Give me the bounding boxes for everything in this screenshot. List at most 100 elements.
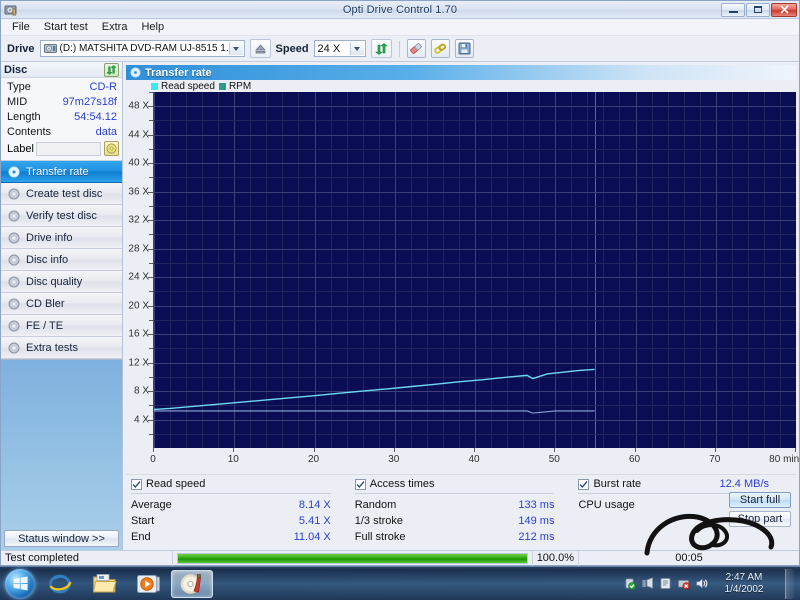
chart-series-rpm: [154, 411, 595, 413]
sidebar-nav: Transfer rate Create test disc Verify te…: [1, 161, 122, 360]
menu-item-file[interactable]: File: [5, 20, 37, 34]
action-buttons: Start full Stop part: [729, 492, 791, 527]
link-button[interactable]: [431, 39, 450, 58]
show-desktop-button[interactable]: [785, 569, 794, 599]
divider: [131, 493, 331, 494]
sidebar-item-label: Drive info: [26, 232, 72, 244]
chart-series-read-speed: [154, 369, 595, 409]
disc-contents-value: data: [96, 126, 117, 139]
menu-item-extra[interactable]: Extra: [95, 20, 135, 34]
access-random-value: 133 ms: [518, 497, 554, 513]
sidebar-item-disc-info[interactable]: Disc info: [1, 249, 122, 271]
disc-verify-icon: [8, 210, 20, 222]
sidebar-item-cd-bler[interactable]: CD Bler: [1, 293, 122, 315]
y-axis-label: 44 X: [128, 129, 149, 140]
y-axis-label: 12 X: [128, 357, 149, 368]
burst-rate-checkbox[interactable]: [578, 479, 589, 490]
sidebar-item-verify-test-disc[interactable]: Verify test disc: [1, 205, 122, 227]
antivirus-shield-icon[interactable]: [623, 577, 636, 590]
x-axis-tick: [554, 448, 555, 452]
disc-label-input[interactable]: [36, 142, 101, 156]
speed-label: Speed: [276, 43, 309, 55]
access-times-title: Access times: [370, 478, 435, 490]
volume-icon[interactable]: [695, 577, 708, 590]
disc-panel-header: Disc: [1, 62, 122, 78]
progress-fill: [178, 554, 527, 563]
internet-explorer-icon: [48, 572, 72, 596]
maximize-button[interactable]: [746, 3, 770, 17]
sidebar-filler: [1, 360, 122, 527]
clock[interactable]: 2:47 AM 1/4/2002: [713, 572, 775, 596]
network-icon[interactable]: [641, 577, 654, 590]
sidebar-item-label: FE / TE: [26, 320, 63, 332]
speed-select[interactable]: 24 X: [314, 40, 366, 57]
plot-canvas[interactable]: [153, 92, 796, 448]
disc-refresh-button[interactable]: [104, 63, 119, 77]
clock-date: 1/4/2002: [725, 584, 764, 595]
access-times-checkbox[interactable]: [355, 479, 366, 490]
legend-label: RPM: [229, 81, 251, 92]
y-axis-label: 48 X: [128, 101, 149, 112]
action-center-icon[interactable]: [659, 577, 672, 590]
window-body: Disc Type CD-R MID 97m: [1, 62, 799, 550]
status-window-button[interactable]: Status window >>: [4, 530, 119, 547]
start-full-button[interactable]: Start full: [729, 492, 791, 508]
minimize-button[interactable]: [721, 3, 745, 17]
removable-media-icon[interactable]: [677, 577, 690, 590]
x-axis-tick: [795, 448, 796, 452]
x-axis-tick: [153, 448, 154, 452]
sidebar-item-fe-te[interactable]: FE / TE: [1, 315, 122, 337]
disc-label-button[interactable]: [104, 141, 119, 156]
save-button[interactable]: [455, 39, 474, 58]
sidebar-item-disc-quality[interactable]: Disc quality: [1, 271, 122, 293]
status-bar: Test completed 100.0% 00:05: [1, 550, 799, 565]
legend-swatch: [219, 83, 226, 90]
drive-select-chevron-down-icon[interactable]: [229, 42, 243, 55]
taskbar-item-media-player[interactable]: [127, 570, 169, 598]
read-speed-title: Read speed: [146, 478, 205, 490]
read-speed-checkbox[interactable]: [131, 479, 142, 490]
access-times-stats: Access times Random 133 ms 1/3 stroke 14…: [355, 478, 579, 545]
start-part-button[interactable]: Stop part: [729, 511, 791, 527]
x-axis-tick: [314, 448, 315, 452]
x-axis-label: 30: [388, 454, 399, 465]
plot-area: 4 X8 X12 X16 X20 X24 X28 X32 X36 X40 X44…: [126, 92, 796, 472]
stat-row: 1/3 stroke 149 ms: [355, 513, 579, 529]
legend-item-read-speed: Read speed: [151, 81, 215, 92]
taskbar-item-opti-drive-control[interactable]: [171, 570, 213, 598]
y-axis-label: 32 X: [128, 215, 149, 226]
disc-drive-icon: [8, 232, 20, 244]
eject-button[interactable]: [250, 39, 271, 58]
application-window: Opti Drive Control 1.70 File Start test …: [0, 0, 800, 566]
sidebar-item-create-test-disc[interactable]: Create test disc: [1, 183, 122, 205]
menu-item-help[interactable]: Help: [134, 20, 171, 34]
sidebar-item-label: Verify test disc: [26, 210, 97, 222]
speed-select-chevron-down-icon[interactable]: [350, 42, 364, 55]
x-axis-label: 60: [629, 454, 640, 465]
sidebar-item-drive-info[interactable]: Drive info: [1, 227, 122, 249]
legend-swatch: [151, 83, 158, 90]
progress-track: [177, 553, 528, 564]
window-titlebar[interactable]: Opti Drive Control 1.70: [1, 1, 799, 19]
progress-percent: 100.0%: [533, 551, 579, 566]
erase-disc-button[interactable]: [407, 39, 426, 58]
start-button[interactable]: [5, 569, 35, 599]
disc-info-row: Length 54:54.12: [1, 110, 122, 125]
y-axis-label: 8 X: [134, 386, 149, 397]
sidebar-item-transfer-rate[interactable]: Transfer rate: [1, 161, 122, 183]
elapsed-time: 00:05: [579, 551, 799, 566]
page-title: Transfer rate: [145, 67, 212, 79]
sidebar-item-extra-tests[interactable]: Extra tests: [1, 337, 122, 359]
access-random-label: Random: [355, 497, 397, 513]
refresh-button[interactable]: [371, 39, 392, 58]
disc-panel-title: Disc: [4, 64, 27, 76]
disc-contents-label: Contents: [7, 126, 51, 139]
taskbar-item-internet-explorer[interactable]: [39, 570, 81, 598]
disc-quality-icon: [8, 276, 20, 288]
taskbar-item-windows-explorer[interactable]: [83, 570, 125, 598]
stat-row: Random 133 ms: [355, 497, 579, 513]
menu-item-start-test[interactable]: Start test: [37, 20, 95, 34]
close-button[interactable]: [771, 3, 797, 17]
disc-length-label: Length: [7, 111, 41, 124]
drive-select[interactable]: (D:) MATSHITA DVD-RAM UJ-8515 1.50: [40, 40, 245, 57]
